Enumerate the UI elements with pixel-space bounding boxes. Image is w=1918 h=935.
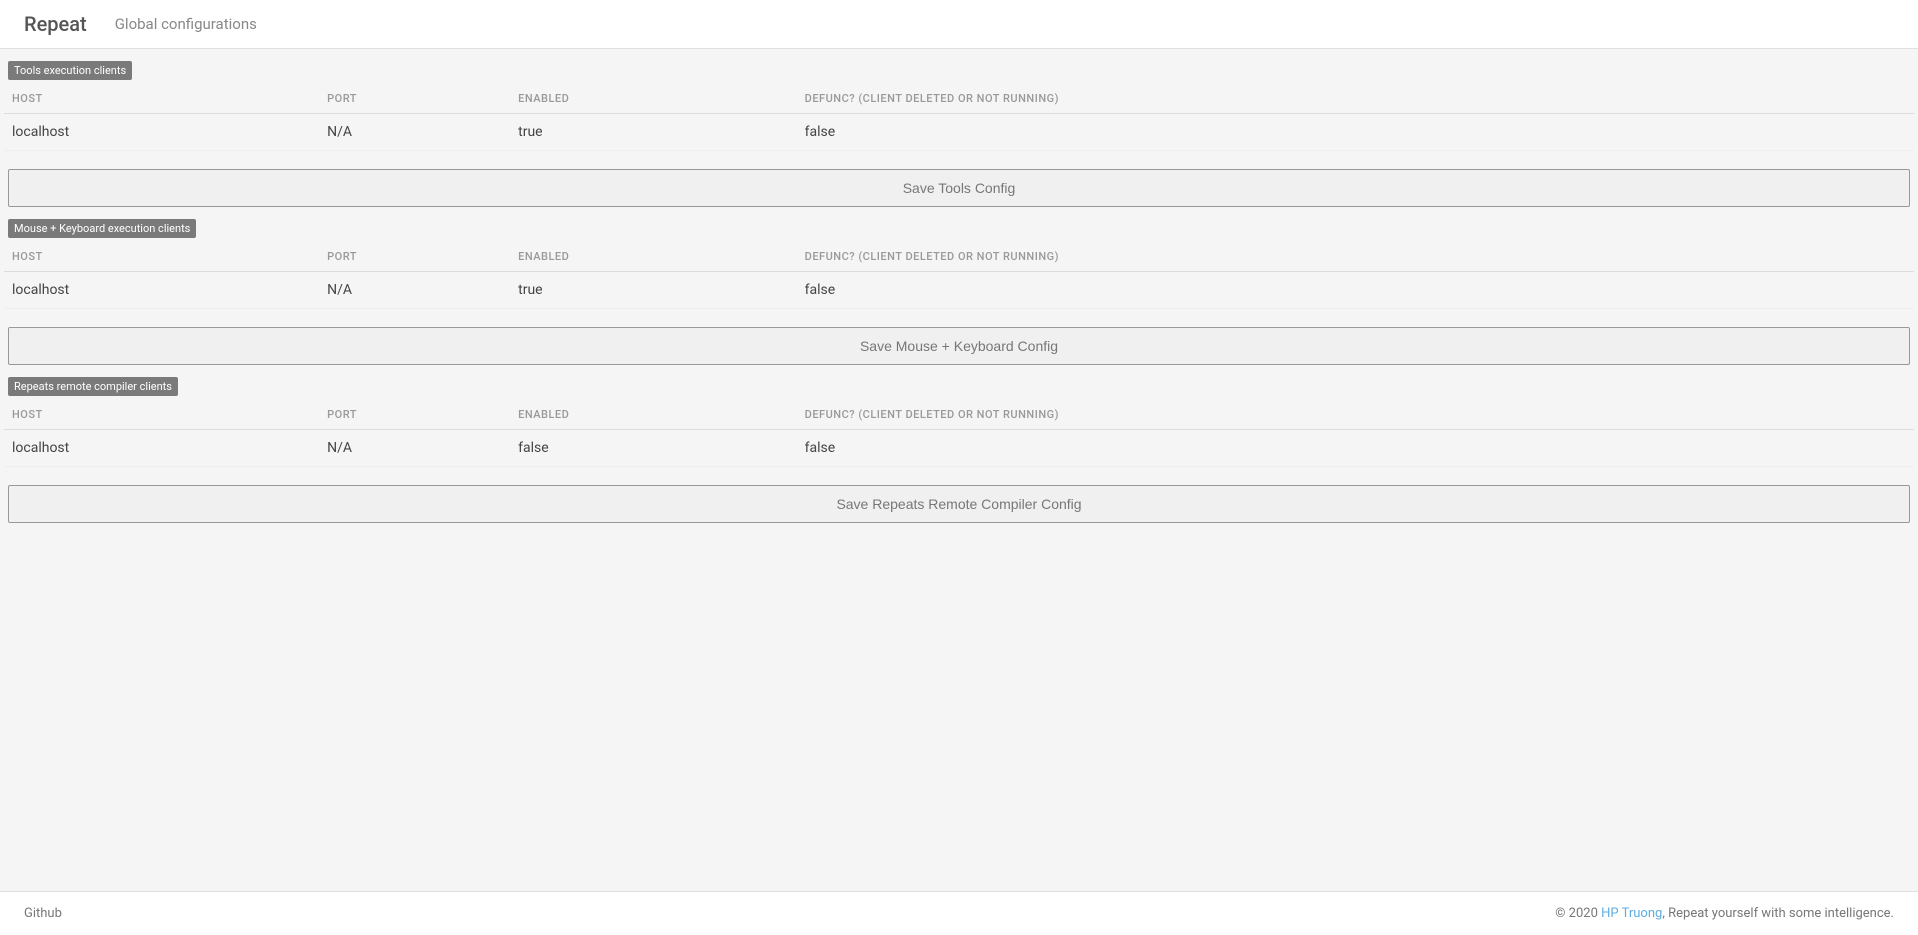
footer-github-link[interactable]: Github [24,906,62,921]
cell-port: N/A [319,430,510,467]
col-header-host: HOST [4,84,319,114]
col-header-port: PORT [319,84,510,114]
cell-host: localhost [4,114,319,151]
footer: Github © 2020 HP Truong, Repeat yourself… [0,891,1918,935]
col-header-enabled: ENABLED [510,242,797,272]
col-header-defunc: DEFUNC? (CLIENT DELETED OR NOT RUNNING) [797,400,1914,430]
navbar-brand[interactable]: Repeat [24,12,87,36]
tools-table: HOST PORT ENABLED DEFUNC? (CLIENT DELETE… [4,84,1914,151]
cell-enabled: false [510,430,797,467]
navbar-global-config[interactable]: Global configurations [115,15,257,33]
cell-host: localhost [4,272,319,309]
repeats-compiler-section-label: Repeats remote compiler clients [8,377,178,396]
mouse-keyboard-section-label: Mouse + Keyboard execution clients [8,219,196,238]
tools-section-label: Tools execution clients [8,61,132,80]
cell-defunc: false [797,114,1914,151]
col-header-defunc: DEFUNC? (CLIENT DELETED OR NOT RUNNING) [797,242,1914,272]
col-header-port: PORT [319,400,510,430]
copyright-suffix: , Repeat yourself with some intelligence… [1662,906,1894,921]
mouse-keyboard-table: HOST PORT ENABLED DEFUNC? (CLIENT DELETE… [4,242,1914,309]
col-header-enabled: ENABLED [510,400,797,430]
footer-copyright: © 2020 HP Truong, Repeat yourself with s… [1555,906,1894,921]
navbar: Repeat Global configurations [0,0,1918,49]
main-content: Tools execution clients HOST PORT ENABLE… [0,49,1918,891]
cell-port: N/A [319,272,510,309]
table-row[interactable]: localhost N/A true false [4,114,1914,151]
cell-enabled: true [510,114,797,151]
table-row[interactable]: localhost N/A false false [4,430,1914,467]
cell-enabled: true [510,272,797,309]
col-header-host: HOST [4,242,319,272]
cell-host: localhost [4,430,319,467]
save-tools-config-button[interactable]: Save Tools Config [8,169,1910,207]
col-header-host: HOST [4,400,319,430]
footer-author-link[interactable]: HP Truong [1601,906,1662,921]
cell-defunc: false [797,430,1914,467]
copyright-prefix: © 2020 [1555,906,1601,921]
cell-port: N/A [319,114,510,151]
cell-defunc: false [797,272,1914,309]
save-mouse-keyboard-config-button[interactable]: Save Mouse + Keyboard Config [8,327,1910,365]
table-row[interactable]: localhost N/A true false [4,272,1914,309]
col-header-enabled: ENABLED [510,84,797,114]
save-repeats-compiler-config-button[interactable]: Save Repeats Remote Compiler Config [8,485,1910,523]
repeats-compiler-table: HOST PORT ENABLED DEFUNC? (CLIENT DELETE… [4,400,1914,467]
col-header-port: PORT [319,242,510,272]
col-header-defunc: DEFUNC? (CLIENT DELETED OR NOT RUNNING) [797,84,1914,114]
